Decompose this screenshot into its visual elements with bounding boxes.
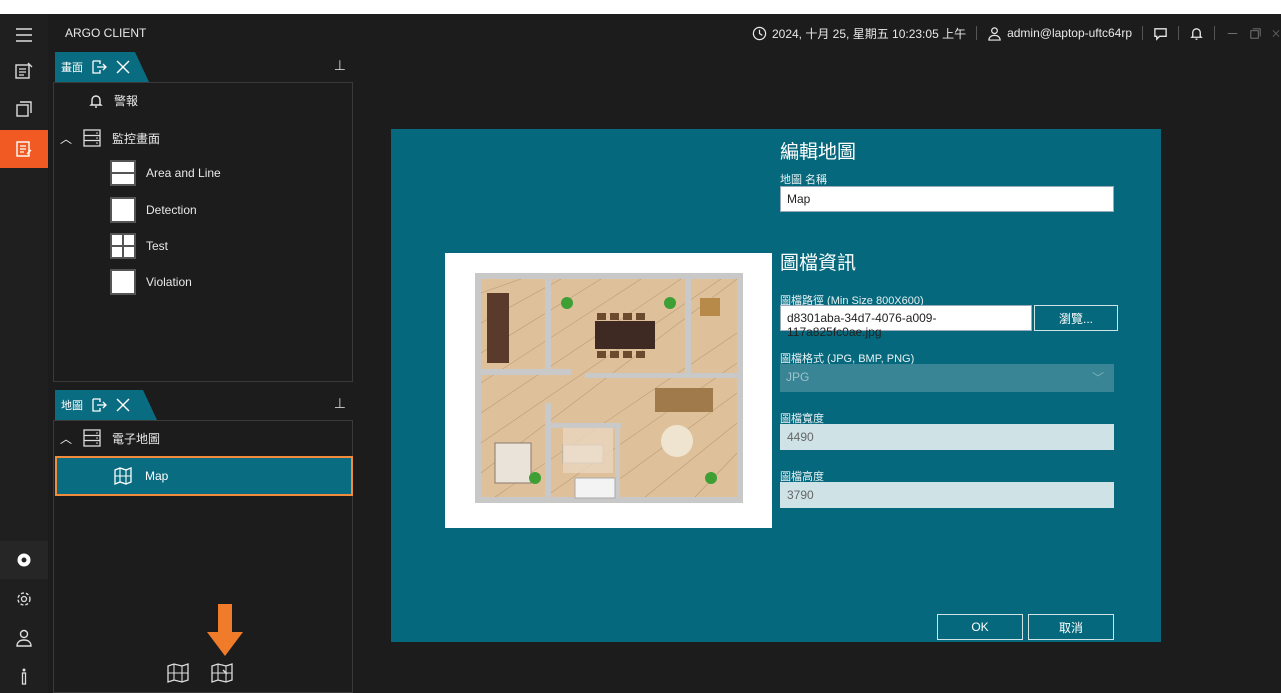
logout-icon[interactable] <box>91 397 107 413</box>
tab-screens-label: 畫面 <box>61 62 83 74</box>
layout-single-icon <box>110 197 136 223</box>
separator <box>976 26 978 40</box>
user-account[interactable]: admin@laptop-uftc64rp <box>987 26 1132 41</box>
separator <box>1178 26 1179 40</box>
left-nav-bar <box>0 14 48 693</box>
map-grid-icon <box>114 467 132 485</box>
tree-item-label: 電子地圖 <box>112 431 161 446</box>
map-image-preview <box>445 253 772 528</box>
image-width-input[interactable]: 4490 <box>780 424 1114 450</box>
pin-icon[interactable]: ⊥ <box>334 57 346 74</box>
ok-button[interactable]: OK <box>937 614 1023 640</box>
tree-item-test[interactable]: Test <box>110 233 168 259</box>
maps-panel: 地圖 ⊥ ︿ 電子地圖 <box>48 390 354 693</box>
map-name-input[interactable]: Map <box>780 186 1114 212</box>
tree-item-label: Area and Line <box>146 166 221 180</box>
user-icon[interactable] <box>0 619 48 657</box>
calendar-edit-icon[interactable] <box>0 52 48 90</box>
layout-single-icon <box>110 269 136 295</box>
bell-icon[interactable] <box>1189 26 1204 41</box>
separator <box>1142 26 1143 40</box>
chevron-up-icon[interactable]: ︿ <box>60 430 72 447</box>
separator <box>1214 26 1215 40</box>
tree-item-area-line[interactable]: Area and Line <box>110 160 221 186</box>
tree-item-detection[interactable]: Detection <box>110 197 197 223</box>
image-info-heading: 圖檔資訊 <box>780 253 857 274</box>
floor-plan-image <box>475 273 743 503</box>
chevron-down-icon: ﹀ <box>1091 371 1104 385</box>
title-bar: ARGO CLIENT 2024, 十月 25, 星期五 10:23:05 上午… <box>48 14 1281 52</box>
tree-item-label: Violation <box>146 275 192 289</box>
minimize-icon[interactable] <box>1225 26 1240 41</box>
restore-icon[interactable] <box>1248 26 1263 41</box>
settings-icon[interactable] <box>0 541 48 579</box>
server-list-icon <box>83 429 101 447</box>
map-editor-icon[interactable] <box>0 130 48 168</box>
map-name-label: 地圖 名稱 <box>780 174 828 186</box>
edit-map-dialog: 編輯地圖 地圖 名稱 Map 圖檔資訊 圖檔路徑 (Min Size 800X6… <box>391 129 1161 642</box>
app-title: ARGO CLIENT <box>65 26 147 40</box>
browse-button[interactable]: 瀏覽... <box>1034 305 1118 331</box>
gear-outline-icon[interactable] <box>0 580 48 618</box>
tree-group-monitor[interactable]: ︿ 監控畫面 <box>60 128 160 148</box>
layout-grid-icon <box>110 233 136 259</box>
bell-icon <box>89 94 103 108</box>
info-icon[interactable] <box>0 657 48 693</box>
tree-item-label: 監控畫面 <box>112 131 161 146</box>
map-action-buttons <box>166 662 234 684</box>
tree-item-alarm[interactable]: 警報 <box>88 92 138 109</box>
tree-group-emap[interactable]: ︿ 電子地圖 <box>60 428 160 448</box>
map-item-label: Map <box>145 469 169 483</box>
clock-icon <box>752 26 767 40</box>
top-strip <box>0 0 1281 14</box>
edit-map-heading: 編輯地圖 <box>780 142 857 163</box>
screens-tree <box>53 82 353 382</box>
tree-item-label: Test <box>146 239 169 253</box>
server-list-icon <box>83 129 101 147</box>
windows-icon[interactable] <box>0 90 48 128</box>
image-path-input[interactable]: d8301aba-34d7-4076-a009-117a825fc0ae.jpg <box>780 305 1032 339</box>
tab-screens[interactable]: 畫面 <box>55 52 149 82</box>
tab-maps-label: 地圖 <box>61 400 83 412</box>
layout-split-icon <box>110 160 136 186</box>
datetime-text: 2024, 十月 25, 星期五 10:23:05 上午 <box>771 26 967 41</box>
tree-item-violation[interactable]: Violation <box>110 269 192 295</box>
close-window-icon[interactable] <box>1271 26 1281 41</box>
screens-panel: 畫面 ⊥ 警報 ︿ 監控畫面 Area and Line Detection T… <box>48 52 354 382</box>
cancel-button[interactable]: 取消 <box>1028 614 1114 640</box>
edit-map-icon[interactable] <box>210 662 234 684</box>
image-height-input[interactable]: 3790 <box>780 482 1114 508</box>
logout-icon[interactable] <box>91 59 107 75</box>
pin-icon[interactable]: ⊥ <box>334 395 346 412</box>
username-text: admin@laptop-uftc64rp <box>1007 26 1132 40</box>
image-format-select[interactable]: JPG ﹀ <box>780 364 1114 392</box>
chevron-up-icon[interactable]: ︿ <box>60 130 72 147</box>
close-icon[interactable] <box>115 397 131 413</box>
tree-item-map-selected[interactable]: Map <box>55 456 353 496</box>
tree-item-label: 警報 <box>114 94 139 108</box>
tree-item-label: Detection <box>146 203 197 217</box>
clock-readout: 2024, 十月 25, 星期五 10:23:05 上午 <box>752 25 966 42</box>
add-map-icon[interactable] <box>166 662 190 684</box>
close-icon[interactable] <box>115 59 131 75</box>
menu-icon[interactable] <box>0 16 48 54</box>
arrow-down-icon <box>207 604 243 656</box>
image-format-value: JPG <box>786 370 810 384</box>
chat-icon[interactable] <box>1153 26 1168 41</box>
user-icon <box>988 26 1001 41</box>
tab-maps[interactable]: 地圖 <box>55 390 157 420</box>
